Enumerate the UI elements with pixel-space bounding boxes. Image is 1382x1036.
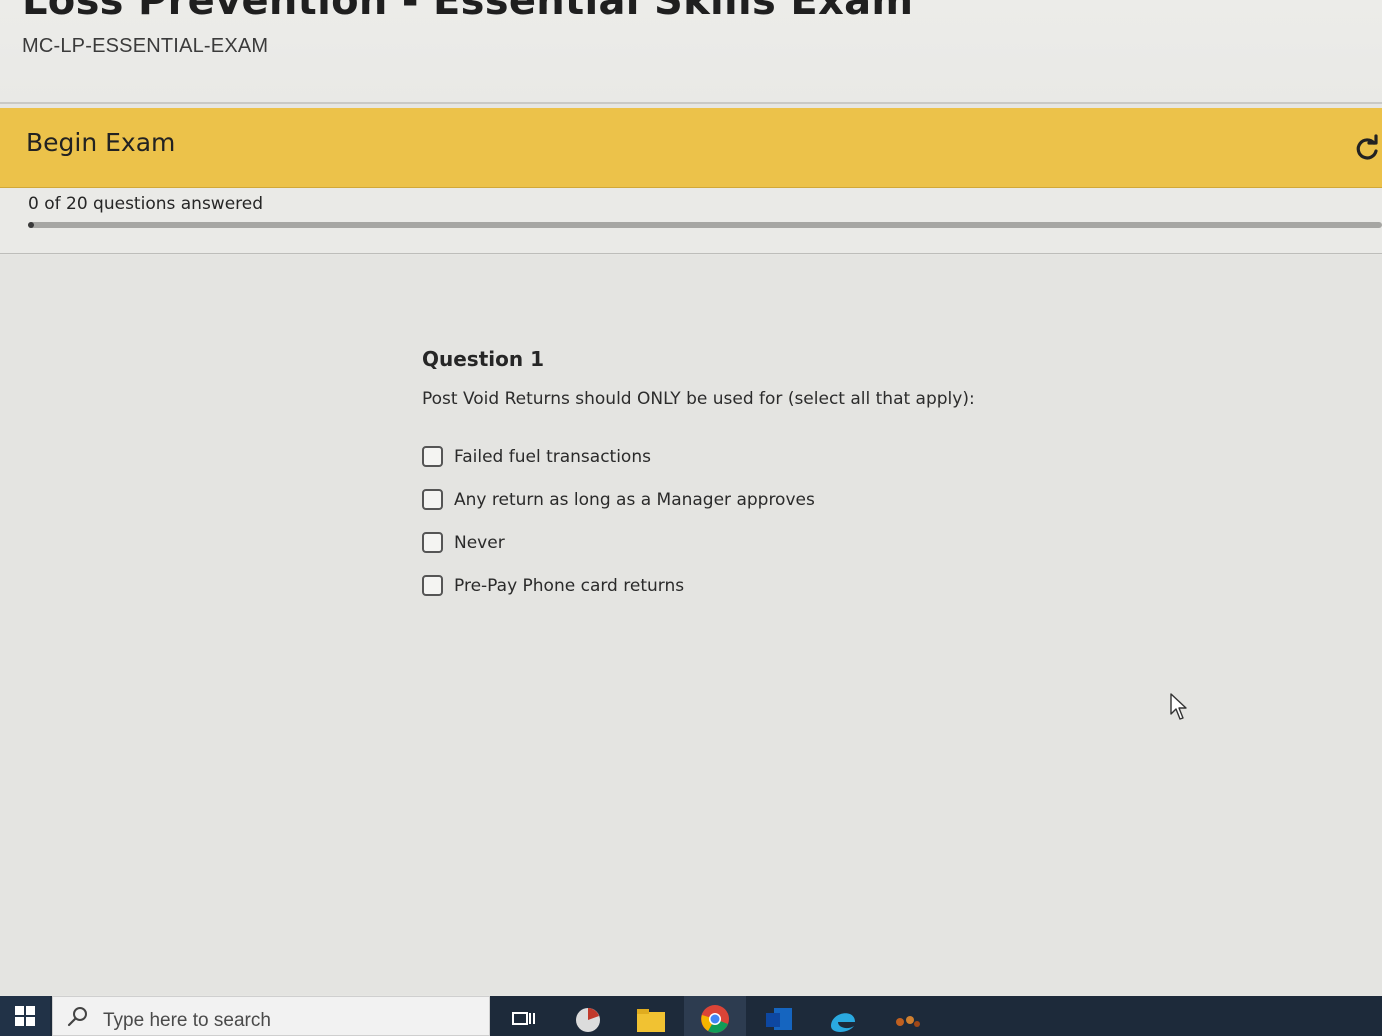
search-placeholder: Type here to search [103, 1010, 271, 1031]
progress-bar [28, 222, 1382, 228]
chrome-icon[interactable] [700, 1004, 729, 1033]
answer-option-label: Never [454, 532, 505, 553]
answer-options: Failed fuel transactions Any return as l… [422, 435, 1122, 607]
course-code: MC-LP-ESSENTIAL-EXAM [22, 35, 269, 57]
answer-checkbox[interactable] [422, 532, 443, 553]
question-heading: Question 1 [422, 347, 544, 371]
app-icon[interactable] [892, 1004, 920, 1032]
banner-title: Begin Exam [26, 128, 176, 157]
answer-option[interactable]: Any return as long as a Manager approves [422, 478, 1122, 521]
answer-checkbox[interactable] [422, 489, 443, 510]
mouse-pointer-icon [1170, 693, 1188, 721]
answer-option-label: Any return as long as a Manager approves [454, 489, 815, 510]
answer-option[interactable]: Never [422, 521, 1122, 564]
task-view-icon[interactable] [510, 1004, 538, 1032]
question-text: Post Void Returns should ONLY be used fo… [422, 389, 975, 409]
outlook-icon[interactable] [764, 1004, 792, 1032]
app-icon[interactable] [573, 1004, 601, 1032]
refresh-icon[interactable] [1352, 134, 1382, 164]
answer-checkbox[interactable] [422, 575, 443, 596]
file-explorer-icon[interactable] [636, 1004, 665, 1032]
progress-text: 0 of 20 questions answered [28, 194, 264, 214]
exam-header: Loss Prevention - Essential Skills Exam … [0, 0, 1382, 104]
windows-start-icon[interactable] [0, 996, 50, 1036]
answer-option[interactable]: Pre-Pay Phone card returns [422, 564, 1122, 607]
edge-icon[interactable] [828, 1004, 856, 1032]
progress-bar-fill [28, 222, 34, 228]
answer-option[interactable]: Failed fuel transactions [422, 435, 1122, 478]
answer-option-label: Pre-Pay Phone card returns [454, 575, 685, 596]
question-block: Question 1 Post Void Returns should ONLY… [422, 347, 1122, 607]
question-area: Question 1 Post Void Returns should ONLY… [0, 255, 1382, 995]
taskbar-search-box[interactable]: Type here to search [52, 996, 490, 1036]
progress-area: 0 of 20 questions answered [0, 188, 1382, 254]
answer-option-label: Failed fuel transactions [454, 446, 651, 467]
answer-checkbox[interactable] [422, 446, 443, 467]
page-title: Loss Prevention - Essential Skills Exam [22, 0, 914, 24]
begin-exam-banner: Begin Exam [0, 108, 1382, 188]
windows-taskbar: Type here to search [0, 996, 1382, 1036]
search-icon [67, 1006, 89, 1028]
